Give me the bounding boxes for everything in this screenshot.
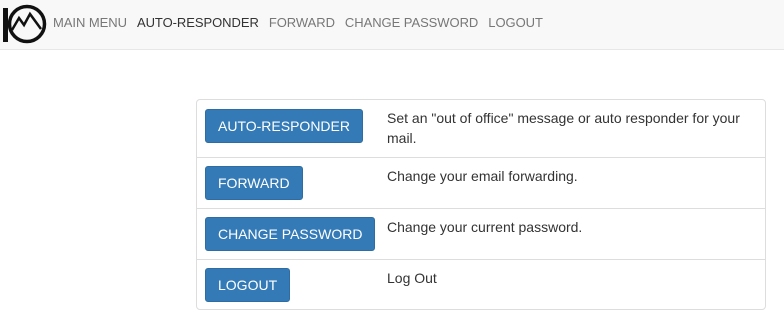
change-password-button[interactable]: CHANGE PASSWORD xyxy=(205,217,376,251)
nav-logout[interactable]: LOGOUT xyxy=(488,15,543,31)
main-nav: MAIN MENU AUTO-RESPONDER FORWARD CHANGE … xyxy=(53,0,553,46)
change-password-description: Change your current password. xyxy=(387,219,583,235)
option-row-logout: LOGOUT Log Out xyxy=(197,259,765,310)
options-panel: AUTO-RESPONDER Set an "out of office" me… xyxy=(196,99,766,310)
auto-responder-description: Set an "out of office" message or auto r… xyxy=(387,110,740,146)
logout-button[interactable]: LOGOUT xyxy=(205,268,291,302)
forward-description: Change your email forwarding. xyxy=(387,168,578,184)
auto-responder-button[interactable]: AUTO-RESPONDER xyxy=(205,109,363,143)
option-row-change-password: CHANGE PASSWORD Change your current pass… xyxy=(197,208,765,259)
option-row-forward: FORWARD Change your email forwarding. xyxy=(197,157,765,208)
nav-forward[interactable]: FORWARD xyxy=(269,15,335,31)
nav-change-password[interactable]: CHANGE PASSWORD xyxy=(345,15,478,31)
nav-auto-responder[interactable]: AUTO-RESPONDER xyxy=(137,15,259,31)
forward-button[interactable]: FORWARD xyxy=(205,166,303,200)
logo[interactable] xyxy=(0,2,50,46)
option-row-auto-responder: AUTO-RESPONDER Set an "out of office" me… xyxy=(197,100,765,157)
logo-icon xyxy=(3,4,47,44)
top-navbar: MAIN MENU AUTO-RESPONDER FORWARD CHANGE … xyxy=(0,0,784,50)
logout-description: Log Out xyxy=(387,270,437,286)
nav-main-menu[interactable]: MAIN MENU xyxy=(53,15,127,31)
